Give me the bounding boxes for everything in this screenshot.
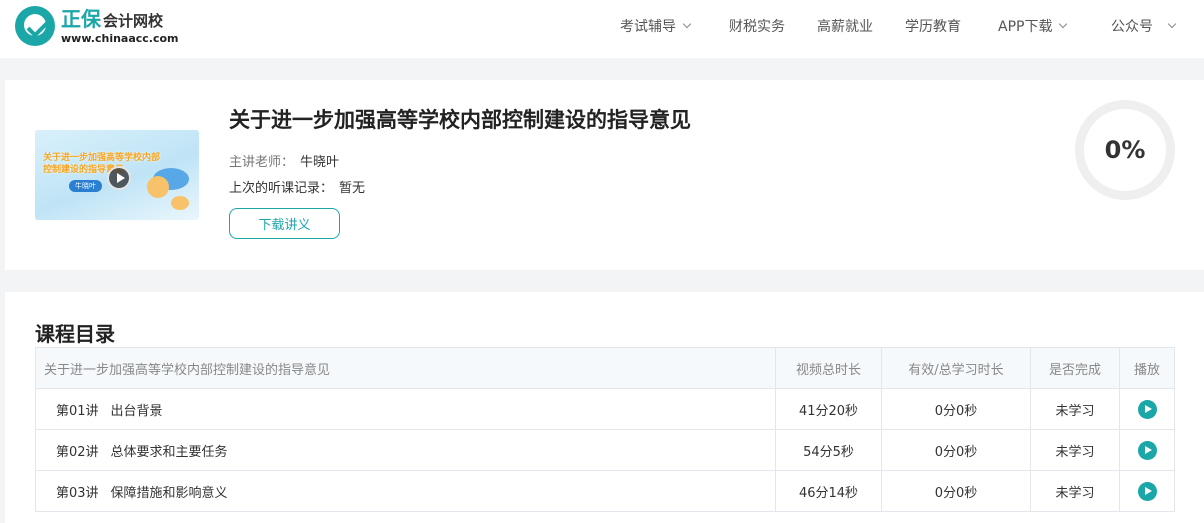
completion-status: 未学习	[1030, 429, 1120, 471]
lecture-name: 保障措施和影响意义	[110, 485, 228, 501]
video-duration: 54分5秒	[775, 429, 882, 471]
course-title: 关于进一步加强高等学校内部控制建设的指导意见	[229, 108, 691, 132]
brand-url: www.chinaacc.com	[61, 31, 179, 45]
thumbnail-teacher: 牛晓叶	[69, 180, 102, 192]
study-time: 0分0秒	[881, 429, 1031, 471]
study-time: 0分0秒	[881, 388, 1031, 430]
lecture-name: 出台背景	[110, 403, 163, 419]
chevron-down-icon	[1059, 19, 1068, 29]
video-duration: 41分20秒	[775, 388, 882, 430]
lecture-cell[interactable]: 第01讲 出台背景	[35, 388, 776, 430]
column-header-duration: 视频总时长	[775, 347, 882, 389]
chevron-down-icon	[1167, 19, 1177, 29]
lecture-name: 总体要求和主要任务	[110, 444, 228, 460]
coin-decoration	[147, 176, 169, 198]
column-header-play: 播放	[1119, 347, 1175, 389]
completion-status: 未学习	[1030, 388, 1120, 430]
study-time: 0分0秒	[881, 470, 1031, 512]
progress-text: 0%	[1104, 136, 1146, 164]
progress-ring: 0%	[1075, 100, 1175, 200]
nav-exam-guidance[interactable]: 考试辅导	[620, 16, 692, 36]
table-header-row: 关于进一步加强高等学校内部控制建设的指导意见 视频总时长 有效/总学习时长 是否…	[35, 347, 1175, 389]
teacher-name: 牛晓叶	[300, 155, 340, 170]
chevron-down-icon	[682, 19, 692, 29]
coin-decoration	[171, 196, 189, 210]
site-logo[interactable]: 正保 会计网校 www.chinaacc.com	[15, 6, 179, 46]
course-thumbnail[interactable]: 关于进一步加强高等学校内部控制建设的指导意见 牛晓叶	[35, 130, 199, 220]
catalog-table: 关于进一步加强高等学校内部控制建设的指导意见 视频总时长 有效/总学习时长 是否…	[35, 347, 1175, 512]
play-circle-icon[interactable]	[1137, 440, 1157, 460]
completion-status: 未学习	[1030, 470, 1120, 512]
course-catalog: 课程目录 关于进一步加强高等学校内部控制建设的指导意见 视频总时长 有效/总学习…	[5, 292, 1204, 523]
thumbnail-title: 关于进一步加强高等学校内部控制建设的指导意见	[43, 153, 161, 175]
column-header-study-time: 有效/总学习时长	[881, 347, 1031, 389]
nav-tax-practice[interactable]: 财税实务	[729, 16, 785, 36]
table-row[interactable]: 第02讲 总体要求和主要任务 54分5秒 0分0秒 未学习	[35, 429, 1175, 471]
logo-mark-icon	[15, 6, 55, 46]
download-handout-button[interactable]: 下载讲义	[229, 208, 340, 239]
lecture-cell[interactable]: 第02讲 总体要求和主要任务	[35, 429, 776, 471]
last-record-value: 暂无	[339, 181, 366, 196]
nav-app-download[interactable]: APP下载	[998, 16, 1068, 36]
table-row[interactable]: 第01讲 出台背景 41分20秒 0分0秒 未学习	[35, 388, 1175, 430]
nav-high-salary-jobs[interactable]: 高薪就业	[817, 16, 873, 36]
lecture-number: 第02讲	[56, 444, 99, 460]
course-info-card: 关于进一步加强高等学校内部控制建设的指导意见 牛晓叶 关于进一步加强高等学校内部…	[5, 80, 1204, 270]
play-circle-icon[interactable]	[1137, 481, 1157, 501]
column-header-completed: 是否完成	[1030, 347, 1120, 389]
play-circle-icon[interactable]	[1137, 399, 1157, 419]
nav-official-account[interactable]: 公众号	[1111, 16, 1177, 36]
catalog-title: 课程目录	[35, 322, 115, 346]
last-record-info: 上次的听课记录： 暂无	[229, 181, 366, 196]
brand-name: 正保	[61, 6, 101, 31]
brand-sub: 会计网校	[103, 11, 164, 30]
nav-degree-education[interactable]: 学历教育	[905, 16, 961, 36]
play-icon[interactable]	[107, 166, 131, 190]
top-header: 正保 会计网校 www.chinaacc.com 考试辅导 财税实务 高薪就业 …	[0, 0, 1204, 58]
video-duration: 46分14秒	[775, 470, 882, 512]
lecture-number: 第01讲	[56, 403, 99, 419]
teacher-info: 主讲老师： 牛晓叶	[229, 155, 340, 170]
table-row[interactable]: 第03讲 保障措施和影响意义 46分14秒 0分0秒 未学习	[35, 470, 1175, 512]
column-header-course: 关于进一步加强高等学校内部控制建设的指导意见	[35, 347, 776, 389]
lecture-cell[interactable]: 第03讲 保障措施和影响意义	[35, 470, 776, 512]
lecture-number: 第03讲	[56, 485, 99, 501]
